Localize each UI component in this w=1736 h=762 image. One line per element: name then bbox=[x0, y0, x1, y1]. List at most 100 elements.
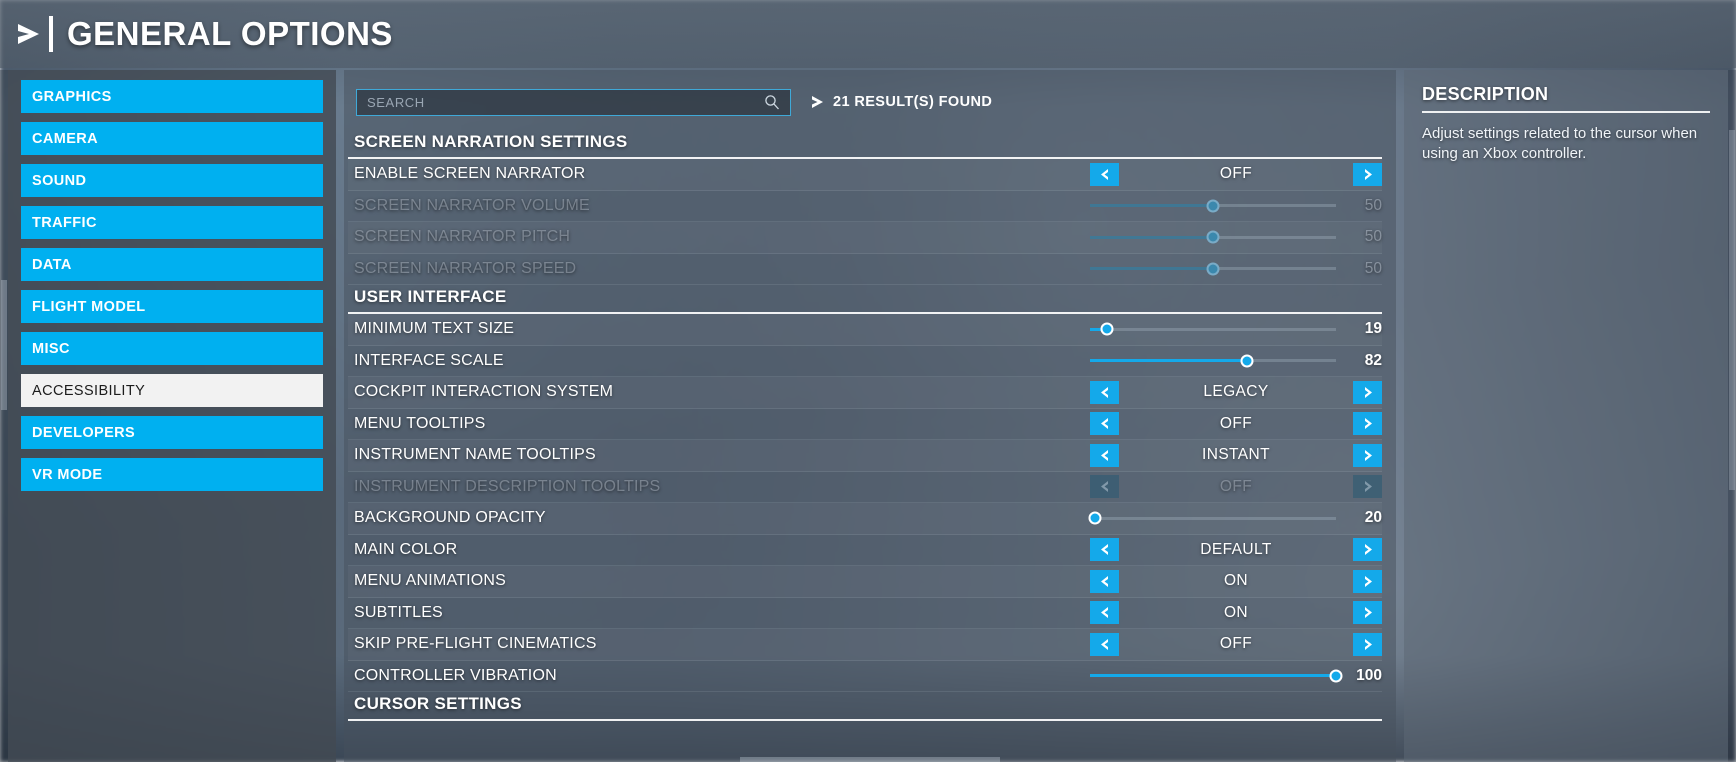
setting-row[interactable]: INSTRUMENT NAME TOOLTIPS INSTANT bbox=[348, 440, 1382, 472]
slider-track bbox=[1090, 262, 1336, 276]
options-screen: GENERAL OPTIONS GRAPHICS CAMERA SOUND TRAFF… bbox=[0, 0, 1736, 762]
setting-label: MENU ANIMATIONS bbox=[354, 572, 507, 590]
slider-thumb bbox=[1206, 230, 1220, 244]
setting-row[interactable]: SCREEN NARRATOR PITCH 50 bbox=[348, 222, 1382, 254]
option-value: ON bbox=[1223, 572, 1249, 590]
description-title: DESCRIPTION bbox=[1422, 84, 1710, 113]
chevron-left-icon[interactable] bbox=[1090, 443, 1119, 467]
search-box[interactable] bbox=[356, 88, 791, 116]
sidebar-item-accessibility[interactable]: ACCESSIBILITY bbox=[21, 374, 323, 407]
chevron-left-icon[interactable] bbox=[1090, 380, 1119, 404]
header-divider bbox=[49, 16, 53, 52]
sidebar-item-data[interactable]: DATA bbox=[21, 248, 323, 281]
chevron-left-icon[interactable] bbox=[1090, 569, 1119, 593]
left-scrollbar[interactable] bbox=[0, 70, 8, 762]
setting-row[interactable]: BACKGROUND OPACITY 20 bbox=[348, 503, 1382, 535]
setting-row[interactable]: MENU TOOLTIPS OFF bbox=[348, 409, 1382, 440]
setting-label: MENU TOOLTIPS bbox=[354, 414, 486, 432]
setting-row[interactable]: MENU ANIMATIONS ON bbox=[348, 566, 1382, 598]
option-value: INSTANT bbox=[1202, 446, 1270, 464]
setting-row[interactable]: CONTROLLER VIBRATION 100 bbox=[348, 661, 1382, 692]
sidebar-item-vr-mode[interactable]: VR MODE bbox=[21, 458, 323, 491]
search-results-count: 21 RESULT(S) FOUND bbox=[811, 94, 992, 110]
chevron-left-icon[interactable] bbox=[1090, 162, 1119, 186]
right-scrollbar-thumb[interactable] bbox=[1729, 130, 1735, 490]
chevron-right-icon[interactable] bbox=[1353, 601, 1382, 625]
sidebar-item-camera[interactable]: CAMERA bbox=[21, 122, 323, 155]
slider-control: 50 bbox=[1090, 228, 1382, 246]
sidebar-item-label: DEVELOPERS bbox=[32, 424, 136, 441]
option-selector: INSTANT bbox=[1090, 443, 1382, 467]
left-scrollbar-thumb[interactable] bbox=[1, 280, 7, 410]
chevron-right-icon[interactable] bbox=[1353, 538, 1382, 562]
search-input[interactable] bbox=[367, 94, 764, 110]
slider-track[interactable] bbox=[1088, 511, 1336, 525]
setting-label: MAIN COLOR bbox=[354, 540, 458, 558]
sidebar-item-misc[interactable]: MISC bbox=[21, 332, 323, 365]
setting-label: CONTROLLER VIBRATION bbox=[354, 666, 557, 684]
sidebar-item-label: CAMERA bbox=[32, 130, 99, 147]
slider-control[interactable]: 100 bbox=[1090, 667, 1382, 685]
section-rows: MINIMUM TEXT SIZE 19 INTERFACE SCALE 82 COCK… bbox=[348, 314, 1382, 692]
chevron-left-icon[interactable] bbox=[1090, 601, 1119, 625]
chevron-left-icon[interactable] bbox=[1090, 538, 1119, 562]
section-rows: ENABLE SCREEN NARRATOR OFF SCREEN NARRATOR… bbox=[348, 159, 1382, 285]
sidebar-item-sound[interactable]: SOUND bbox=[21, 164, 323, 197]
option-selector: OFF bbox=[1090, 475, 1382, 499]
setting-label: SUBTITLES bbox=[354, 603, 443, 621]
setting-row[interactable]: INSTRUMENT DESCRIPTION TOOLTIPS OFF bbox=[348, 472, 1382, 503]
slider-track[interactable] bbox=[1090, 669, 1343, 683]
slider-control[interactable]: 82 bbox=[1090, 352, 1382, 370]
setting-label: SCREEN NARRATOR VOLUME bbox=[354, 196, 590, 214]
option-value: DEFAULT bbox=[1200, 540, 1272, 558]
slider-thumb[interactable] bbox=[1329, 669, 1343, 683]
setting-label: SCREEN NARRATOR PITCH bbox=[354, 228, 571, 246]
chevron-right-icon[interactable] bbox=[1353, 162, 1382, 186]
slider-control[interactable]: 19 bbox=[1090, 320, 1382, 338]
slider-control: 50 bbox=[1090, 260, 1382, 278]
setting-row[interactable]: SKIP PRE-FLIGHT CINEMATICS OFF bbox=[348, 629, 1382, 661]
setting-row[interactable]: ENABLE SCREEN NARRATOR OFF bbox=[348, 159, 1382, 191]
setting-label: SCREEN NARRATOR SPEED bbox=[354, 259, 577, 277]
right-scrollbar[interactable] bbox=[1728, 70, 1736, 762]
chevron-right-icon[interactable] bbox=[1353, 412, 1382, 436]
option-selector: ON bbox=[1090, 569, 1382, 593]
slider-thumb[interactable] bbox=[1240, 354, 1254, 368]
setting-label: MINIMUM TEXT SIZE bbox=[354, 320, 515, 338]
setting-row[interactable]: COCKPIT INTERACTION SYSTEM LEGACY bbox=[348, 377, 1382, 409]
slider-value: 20 bbox=[1364, 509, 1382, 527]
setting-label: ENABLE SCREEN NARRATOR bbox=[354, 165, 586, 183]
setting-row[interactable]: SCREEN NARRATOR VOLUME 50 bbox=[348, 191, 1382, 222]
slider-thumb bbox=[1206, 199, 1220, 213]
search-results-label: 21 RESULT(S) FOUND bbox=[833, 94, 993, 110]
slider-track bbox=[1090, 230, 1336, 244]
setting-row[interactable]: INTERFACE SCALE 82 bbox=[348, 346, 1382, 377]
slider-track[interactable] bbox=[1090, 354, 1336, 368]
chevron-left-icon[interactable] bbox=[1090, 632, 1119, 656]
setting-row[interactable]: SCREEN NARRATOR SPEED 50 bbox=[348, 254, 1382, 285]
slider-thumb[interactable] bbox=[1100, 322, 1114, 336]
slider-thumb[interactable] bbox=[1088, 511, 1102, 525]
slider-track[interactable] bbox=[1090, 322, 1336, 336]
chevron-right-icon[interactable] bbox=[1353, 443, 1382, 467]
setting-row[interactable]: MAIN COLOR DEFAULT bbox=[348, 535, 1382, 566]
sidebar-item-traffic[interactable]: TRAFFIC bbox=[21, 206, 323, 239]
sidebar-item-graphics[interactable]: GRAPHICS bbox=[21, 80, 323, 113]
option-value: OFF bbox=[1219, 414, 1253, 432]
slider-value: 50 bbox=[1364, 228, 1382, 246]
chevron-left-icon[interactable] bbox=[1090, 412, 1119, 436]
category-sidebar: GRAPHICS CAMERA SOUND TRAFFIC DATA FLIGHT MOD… bbox=[8, 70, 336, 762]
option-value: OFF bbox=[1219, 165, 1253, 183]
setting-row[interactable]: SUBTITLES ON bbox=[348, 598, 1382, 629]
setting-row[interactable]: MINIMUM TEXT SIZE 19 bbox=[348, 314, 1382, 346]
option-selector: OFF bbox=[1090, 632, 1382, 656]
search-icon[interactable] bbox=[764, 94, 780, 110]
chevron-right-icon[interactable] bbox=[1353, 569, 1382, 593]
slider-control[interactable]: 20 bbox=[1088, 509, 1382, 527]
chevron-right-icon[interactable] bbox=[1353, 632, 1382, 656]
sidebar-item-flight-model[interactable]: FLIGHT MODEL bbox=[21, 290, 323, 323]
sidebar-item-developers[interactable]: DEVELOPERS bbox=[21, 416, 323, 449]
option-selector: OFF bbox=[1090, 412, 1382, 436]
sidebar-item-label: GRAPHICS bbox=[32, 88, 112, 105]
chevron-right-icon[interactable] bbox=[1353, 380, 1382, 404]
